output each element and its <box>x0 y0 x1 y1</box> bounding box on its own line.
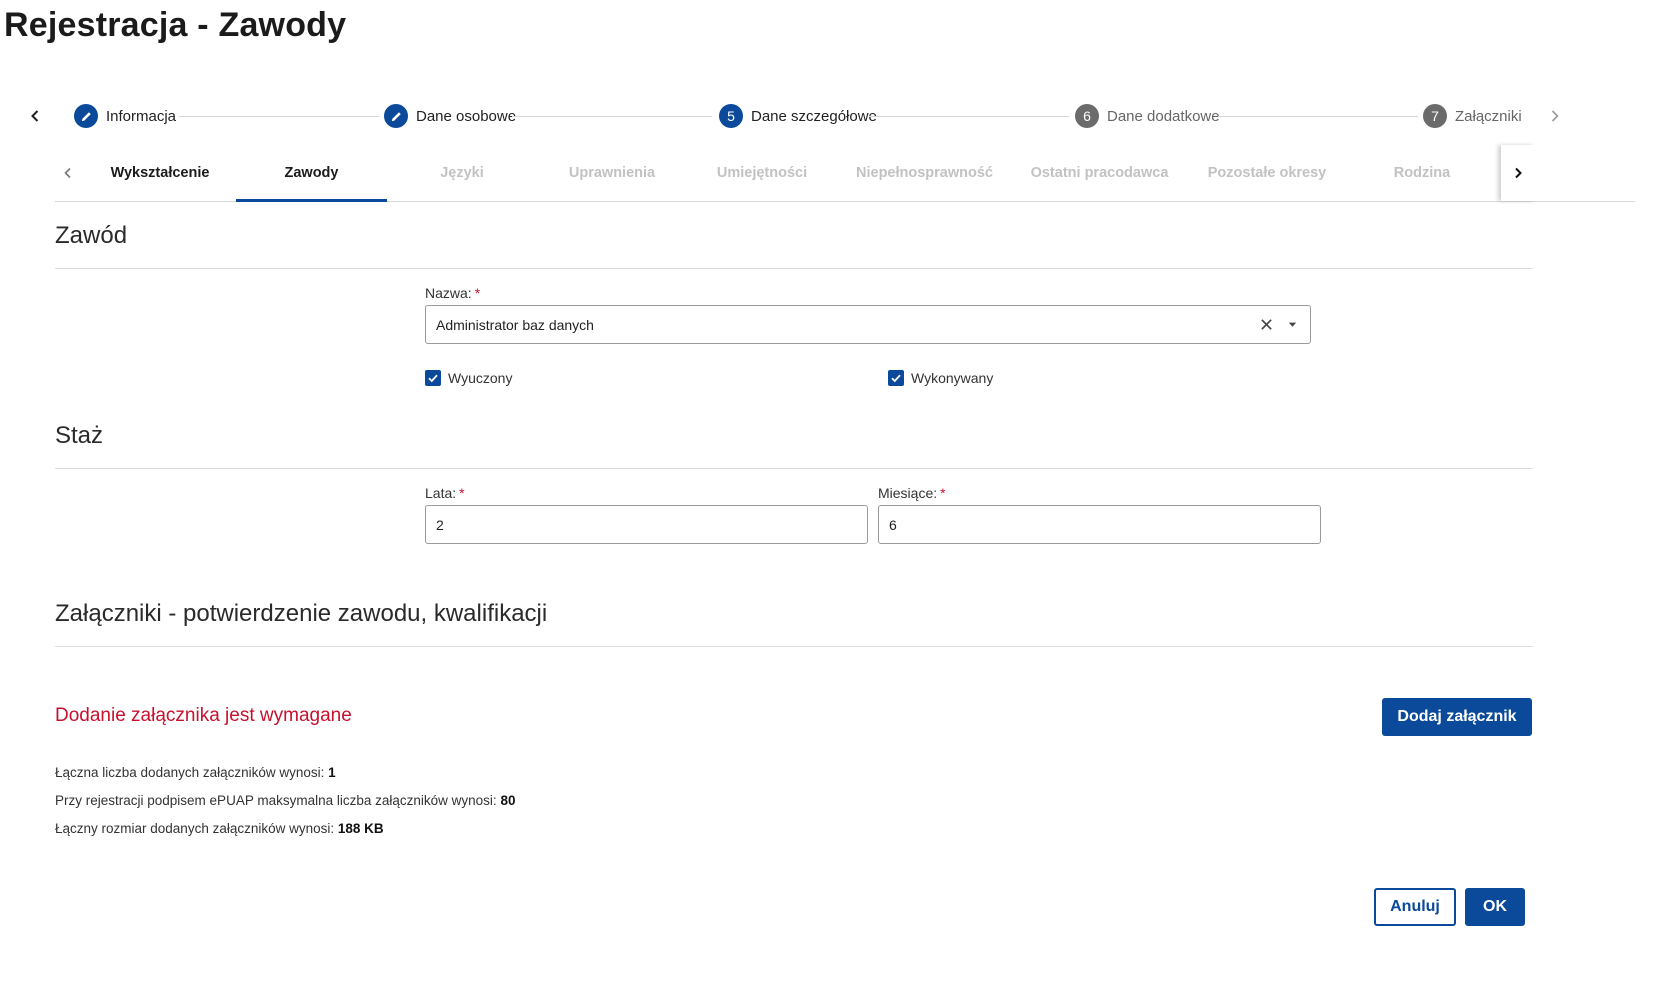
section-title-staz: Staż <box>55 422 104 449</box>
step-number-badge: 6 <box>1075 104 1099 128</box>
step-label: Dane osobowe <box>416 107 517 125</box>
required-marker: * <box>459 485 465 501</box>
attachment-size-info: Łączny rozmiar dodanych załączników wyno… <box>55 821 384 836</box>
section-title-zalaczniki: Załączniki - potwierdzenie zawodu, kwali… <box>55 600 548 627</box>
attachment-size-value: 188 KB <box>337 821 384 836</box>
step-label: Załączniki <box>1455 107 1522 125</box>
section-divider <box>55 268 1533 269</box>
required-marker: * <box>474 285 481 301</box>
step-number-badge: 7 <box>1423 104 1447 128</box>
step-informacja[interactable]: Informacja <box>74 104 176 128</box>
chevron-left-icon <box>31 110 39 122</box>
section-divider <box>55 468 1533 469</box>
step-dane-dodatkowe[interactable]: 6 Dane dodatkowe <box>1075 104 1220 128</box>
tab-umiejetnosci[interactable]: Umiejętności <box>687 145 837 201</box>
section-divider <box>55 646 1533 647</box>
miesiace-label: Miesiące: * <box>878 485 946 501</box>
profession-select-value: Administrator baz danych <box>436 316 594 333</box>
tabs-scroll-left-button[interactable] <box>51 145 85 201</box>
tab-zawody[interactable]: Zawody <box>236 145 387 202</box>
stepper-next-button[interactable] <box>1540 96 1570 136</box>
stepper-prev-button[interactable] <box>20 96 50 136</box>
checkmark-icon <box>428 374 438 383</box>
checkmark-icon <box>891 374 901 383</box>
pencil-icon <box>391 111 401 121</box>
step-circle-done <box>384 104 408 128</box>
months-input[interactable] <box>889 516 1310 533</box>
attachment-max-value: 80 <box>500 793 516 808</box>
page-title: Rejestracja - Zawody <box>4 6 347 44</box>
wykonywany-label: Wykonywany <box>911 370 994 386</box>
step-connector <box>179 116 379 117</box>
tab-jezyki[interactable]: Języki <box>387 145 537 201</box>
section-title-zawod: Zawód <box>55 222 128 249</box>
wykonywany-checkbox-row[interactable]: Wykonywany <box>888 370 993 386</box>
ok-button[interactable]: OK <box>1465 888 1525 926</box>
lata-label: Lata: * <box>425 485 465 501</box>
step-connector <box>869 116 1069 117</box>
cancel-button[interactable]: Anuluj <box>1374 888 1456 926</box>
tab-ostatni-pracodawca[interactable]: Ostatni pracodawca <box>1012 145 1187 201</box>
required-marker: * <box>940 485 946 501</box>
step-label: Dane szczegółowe <box>751 107 877 125</box>
close-icon[interactable] <box>1258 317 1274 333</box>
chevron-left-icon <box>64 167 71 179</box>
tab-rodzina[interactable]: Rodzina <box>1347 145 1497 201</box>
step-label: Dane dodatkowe <box>1107 107 1220 125</box>
tab-wyksztalcenie[interactable]: Wykształcenie <box>85 145 235 201</box>
add-attachment-button[interactable]: Dodaj załącznik <box>1382 698 1532 736</box>
pencil-icon <box>81 111 91 121</box>
tab-niepelnosprawnosc[interactable]: Niepełnosprawność <box>837 145 1012 201</box>
step-connector <box>1218 116 1418 117</box>
wyuczony-checkbox-row[interactable]: Wyuczony <box>425 370 512 386</box>
months-input-box[interactable] <box>878 505 1321 544</box>
step-dane-osobowe[interactable]: Dane osobowe <box>384 104 516 128</box>
years-input[interactable] <box>436 516 857 533</box>
chevron-right-icon <box>1551 110 1559 122</box>
attachment-required-message: Dodanie załącznika jest wymagane <box>55 705 352 726</box>
wyuczony-label: Wyuczony <box>448 370 513 386</box>
wykonywany-checkbox[interactable] <box>888 370 904 386</box>
attachment-max-info: Przy rejestracji podpisem ePUAP maksymal… <box>55 793 516 808</box>
stepper: Informacja Dane osobowe 5 Dane szczegóło… <box>24 96 1664 136</box>
subsection-tabs: Wykształcenie Zawody Języki Uprawnienia … <box>55 145 1635 202</box>
attachment-count-info: Łączna liczba dodanych załączników wynos… <box>55 765 336 780</box>
step-zalaczniki[interactable]: 7 Załączniki <box>1423 104 1522 128</box>
years-input-box[interactable] <box>425 505 868 544</box>
step-circle-done <box>74 104 98 128</box>
step-dane-szczegolowe[interactable]: 5 Dane szczegółowe <box>719 104 877 128</box>
attachment-count-value: 1 <box>328 765 336 780</box>
nazwa-label: Nazwa: * <box>425 285 481 301</box>
wyuczony-checkbox[interactable] <box>425 370 441 386</box>
chevron-right-icon <box>1515 167 1522 179</box>
tabs-scroll-right-button[interactable] <box>1501 145 1535 201</box>
caret-down-icon[interactable] <box>1284 317 1300 333</box>
step-number-badge: 5 <box>719 104 743 128</box>
step-connector <box>512 116 712 117</box>
profession-select[interactable]: Administrator baz danych <box>425 305 1311 344</box>
tab-pozostale-okresy[interactable]: Pozostałe okresy <box>1187 145 1347 201</box>
step-label: Informacja <box>106 107 177 125</box>
tab-uprawnienia[interactable]: Uprawnienia <box>537 145 687 201</box>
